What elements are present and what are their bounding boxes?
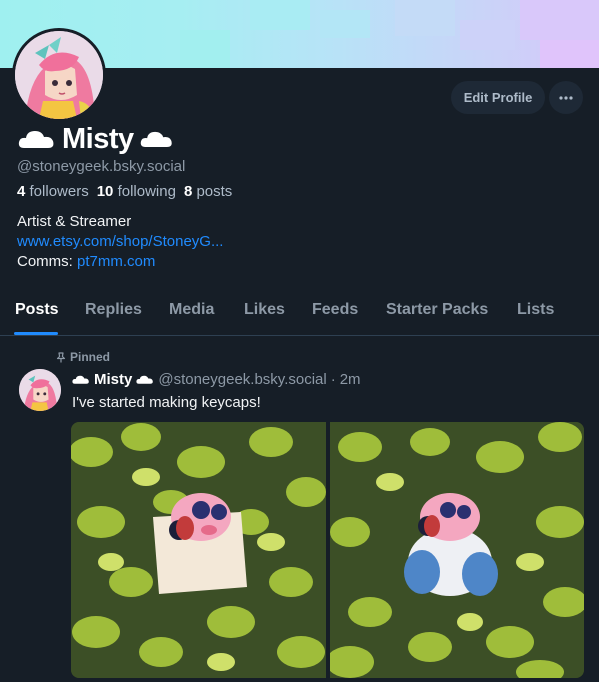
tab-lists[interactable]: Lists: [517, 301, 554, 319]
cloud-icon: [18, 131, 54, 148]
profile-name-row: Misty: [18, 121, 174, 157]
followers-link[interactable]: 4 followers: [17, 183, 89, 200]
tab-posts[interactable]: Posts: [15, 301, 59, 319]
post-author-name[interactable]: Misty: [94, 371, 132, 388]
following-link[interactable]: 10 following: [97, 183, 176, 200]
more-options-button[interactable]: [549, 81, 583, 114]
bio-comms-label: Comms:: [17, 253, 73, 270]
active-tab-indicator: [14, 332, 58, 335]
pinned-indicator: Pinned: [56, 350, 110, 364]
pinned-label: Pinned: [70, 350, 111, 364]
profile-tabs: Posts Replies Media Likes Feeds Starter …: [0, 290, 599, 336]
profile-stats: 4 followers 10 following 8 posts: [17, 183, 232, 200]
bio-line: Artist & Streamer: [17, 213, 132, 230]
ellipsis-icon: [559, 95, 573, 100]
bio-comms-link[interactable]: pt7mm.com: [77, 253, 155, 270]
followers-label: followers: [29, 183, 89, 200]
post-image-gallery: [71, 422, 584, 678]
following-count: 10: [96, 183, 114, 200]
tab-feeds[interactable]: Feeds: [312, 301, 358, 319]
post-meta-separator: ·: [330, 371, 336, 388]
post-author-handle[interactable]: @stoneygeek.bsky.social: [158, 371, 326, 388]
post-header: Misty @stoneygeek.bsky.social · 2m: [72, 371, 361, 388]
post-timestamp[interactable]: 2m: [340, 371, 361, 388]
post-text: I've started making keycaps!: [72, 394, 261, 411]
profile-bio: Artist & Streamer www.etsy.com/shop/Ston…: [17, 212, 223, 272]
cloud-icon: [136, 375, 154, 384]
posts-count: 8: [183, 183, 193, 200]
tab-media[interactable]: Media: [169, 301, 214, 319]
profile-avatar[interactable]: [12, 28, 106, 122]
cloud-icon: [72, 375, 89, 384]
edit-profile-button[interactable]: Edit Profile: [451, 81, 545, 114]
post-image[interactable]: [329, 422, 584, 678]
followers-count: 4: [17, 183, 26, 200]
posts-label: posts: [196, 183, 233, 200]
post-author-avatar[interactable]: [19, 369, 61, 411]
profile-handle: @stoneygeek.bsky.social: [17, 158, 186, 175]
pin-icon: [56, 351, 66, 362]
tab-likes[interactable]: Likes: [244, 301, 285, 319]
tab-starter-packs[interactable]: Starter Packs: [386, 301, 488, 319]
post-image[interactable]: [71, 422, 326, 678]
bio-etsy-link[interactable]: www.etsy.com/shop/StoneyG...: [17, 233, 223, 250]
cloud-icon: [140, 131, 172, 148]
tab-replies[interactable]: Replies: [85, 301, 142, 319]
display-name: Misty: [62, 122, 134, 155]
following-label: following: [117, 183, 176, 200]
posts-stat: 8 posts: [184, 183, 232, 200]
